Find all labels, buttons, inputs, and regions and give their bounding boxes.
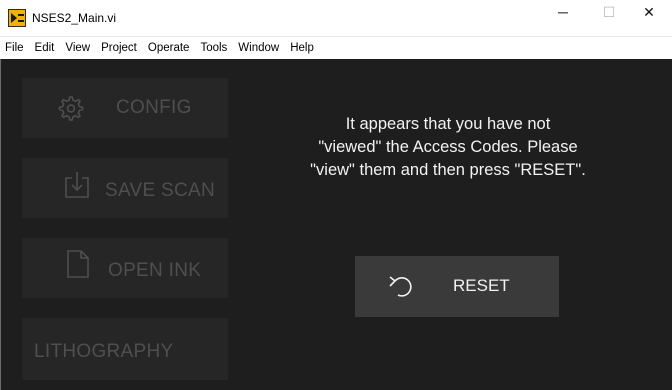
close-button[interactable]: ✕ [626, 0, 672, 24]
access-code-message: It appears that you have not "viewed" th… [276, 113, 620, 182]
labview-vi-icon [8, 9, 26, 27]
config-button[interactable]: CONFIG [22, 78, 228, 138]
menu-window[interactable]: Window [238, 42, 279, 54]
lithography-button[interactable]: LITHOGRAPHY [22, 318, 228, 380]
open-ink-button[interactable]: OPEN INK [22, 238, 228, 298]
save-scan-label: SAVE SCAN [105, 180, 216, 201]
document-icon [67, 250, 89, 278]
config-label: CONFIG [116, 97, 192, 118]
maximize-icon: ☐ [602, 3, 616, 20]
menu-view[interactable]: View [65, 42, 90, 54]
title-bar: NSES2_Main.vi ─ ☐ ✕ [0, 0, 672, 37]
window-title: NSES2_Main.vi [32, 11, 117, 25]
menu-project[interactable]: Project [101, 42, 137, 54]
menu-operate[interactable]: Operate [148, 42, 190, 54]
close-icon: ✕ [643, 3, 655, 20]
undo-icon [389, 276, 412, 297]
message-line: "viewed" the Access Codes. Please [318, 138, 578, 156]
message-line: "view" them and then press "RESET". [310, 161, 586, 179]
menu-bar: File Edit View Project Operate Tools Win… [0, 37, 672, 59]
open-ink-label: OPEN INK [108, 260, 202, 281]
gear-icon [58, 96, 84, 121]
menu-edit[interactable]: Edit [35, 42, 55, 54]
save-scan-button[interactable]: SAVE SCAN [22, 158, 228, 218]
minimize-icon: ─ [558, 4, 568, 20]
menu-help[interactable]: Help [290, 42, 314, 54]
minimize-button[interactable]: ─ [540, 0, 586, 24]
menu-file[interactable]: File [5, 42, 24, 54]
save-icon [65, 172, 89, 198]
menu-tools[interactable]: Tools [200, 42, 227, 54]
reset-button[interactable]: RESET [355, 256, 559, 317]
reset-label: RESET [453, 276, 510, 295]
message-line: It appears that you have not [345, 115, 551, 133]
lithography-label: LITHOGRAPHY [34, 341, 174, 362]
